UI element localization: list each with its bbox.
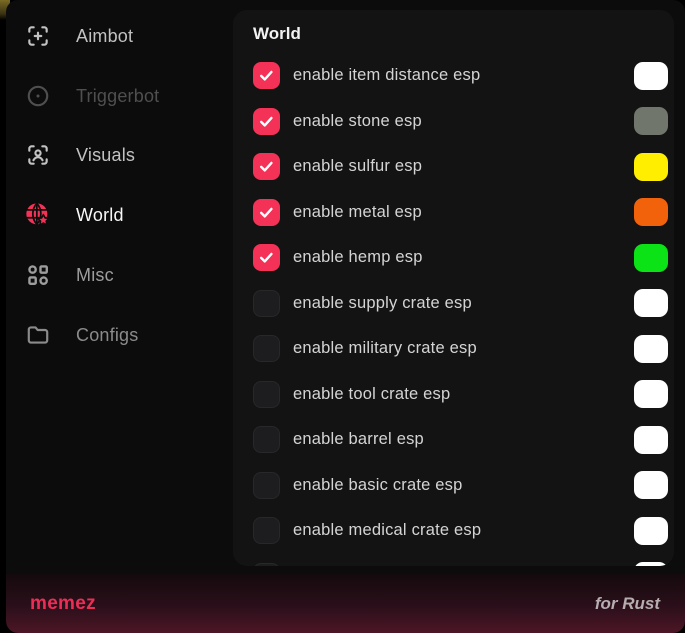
footer-bar: memez for Rust xyxy=(6,574,685,633)
esp-label: enable basic crate esp xyxy=(293,476,634,495)
sidebar-item-misc[interactable]: Misc xyxy=(6,253,233,297)
sidebar-item-label: World xyxy=(76,205,124,226)
sidebar-item-label: Triggerbot xyxy=(76,86,159,107)
misc-shapes-icon xyxy=(24,261,52,289)
cheat-menu-window: Aimbot Triggerbot Visuals xyxy=(6,0,685,633)
esp-row[interactable]: enable supply crate esp xyxy=(253,281,674,327)
esp-label: enable metal esp xyxy=(293,203,634,222)
world-settings-panel: World enable item distance esp enable st… xyxy=(233,10,674,566)
esp-row[interactable] xyxy=(253,554,674,567)
sidebar-item-label: Visuals xyxy=(76,145,135,166)
esp-label: enable sulfur esp xyxy=(293,157,634,176)
esp-row[interactable]: enable metal esp xyxy=(253,190,674,236)
checkmark-icon xyxy=(258,249,275,266)
esp-color-swatch[interactable] xyxy=(634,562,668,566)
sidebar-item-configs[interactable]: Configs xyxy=(6,313,233,357)
aimbot-crosshair-icon xyxy=(24,22,52,50)
esp-row[interactable]: enable barrel esp xyxy=(253,417,674,463)
panel-title: World xyxy=(253,24,674,44)
esp-label: enable hemp esp xyxy=(293,248,634,267)
checkmark-icon xyxy=(258,67,275,84)
sidebar-item-triggerbot[interactable]: Triggerbot xyxy=(6,74,233,118)
esp-color-swatch[interactable] xyxy=(634,471,668,499)
esp-color-swatch[interactable] xyxy=(634,153,668,181)
esp-row[interactable]: enable medical crate esp xyxy=(253,508,674,554)
esp-checkbox[interactable] xyxy=(253,62,280,89)
esp-checkbox[interactable] xyxy=(253,108,280,135)
esp-checkbox[interactable] xyxy=(253,563,280,566)
esp-color-swatch[interactable] xyxy=(634,62,668,90)
checkmark-icon xyxy=(258,204,275,221)
esp-row[interactable]: enable tool crate esp xyxy=(253,372,674,418)
checkmark-icon xyxy=(258,158,275,175)
esp-checkbox[interactable] xyxy=(253,517,280,544)
sidebar-item-label: Aimbot xyxy=(76,26,133,47)
esp-color-swatch[interactable] xyxy=(634,426,668,454)
esp-label: enable barrel esp xyxy=(293,430,634,449)
sidebar-item-label: Misc xyxy=(76,265,114,286)
triggerbot-circle-icon xyxy=(24,82,52,110)
sidebar-item-visuals[interactable]: Visuals xyxy=(6,133,233,177)
checkmark-icon xyxy=(258,113,275,130)
esp-label: enable medical crate esp xyxy=(293,521,634,540)
sidebar-item-world[interactable]: World xyxy=(6,193,233,237)
esp-color-swatch[interactable] xyxy=(634,335,668,363)
esp-label: enable tool crate esp xyxy=(293,385,634,404)
sidebar: Aimbot Triggerbot Visuals xyxy=(6,0,233,575)
esp-color-swatch[interactable] xyxy=(634,198,668,226)
esp-options-list: enable item distance esp enable stone es… xyxy=(253,53,674,566)
esp-label: enable military crate esp xyxy=(293,339,634,358)
esp-label: enable item distance esp xyxy=(293,66,634,85)
esp-checkbox[interactable] xyxy=(253,199,280,226)
esp-label: enable stone esp xyxy=(293,112,634,131)
esp-row[interactable]: enable military crate esp xyxy=(253,326,674,372)
esp-checkbox[interactable] xyxy=(253,290,280,317)
esp-checkbox[interactable] xyxy=(253,381,280,408)
esp-color-swatch[interactable] xyxy=(634,244,668,272)
esp-checkbox[interactable] xyxy=(253,244,280,271)
configs-folder-icon xyxy=(24,321,52,349)
esp-row[interactable]: enable hemp esp xyxy=(253,235,674,281)
visuals-person-scan-icon xyxy=(24,141,52,169)
esp-row[interactable]: enable sulfur esp xyxy=(253,144,674,190)
esp-color-swatch[interactable] xyxy=(634,107,668,135)
esp-color-swatch[interactable] xyxy=(634,517,668,545)
esp-checkbox[interactable] xyxy=(253,426,280,453)
esp-checkbox[interactable] xyxy=(253,335,280,362)
esp-row[interactable]: enable basic crate esp xyxy=(253,463,674,509)
sidebar-item-label: Configs xyxy=(76,325,138,346)
brand-name: memez xyxy=(30,593,96,615)
esp-row[interactable]: enable item distance esp xyxy=(253,53,674,99)
brand-suffix: for Rust xyxy=(595,594,660,614)
esp-color-swatch[interactable] xyxy=(634,380,668,408)
esp-checkbox[interactable] xyxy=(253,153,280,180)
esp-label: enable supply crate esp xyxy=(293,294,634,313)
esp-color-swatch[interactable] xyxy=(634,289,668,317)
world-globe-icon xyxy=(24,201,52,229)
esp-row[interactable]: enable stone esp xyxy=(253,99,674,145)
sidebar-item-aimbot[interactable]: Aimbot xyxy=(6,14,233,58)
esp-checkbox[interactable] xyxy=(253,472,280,499)
